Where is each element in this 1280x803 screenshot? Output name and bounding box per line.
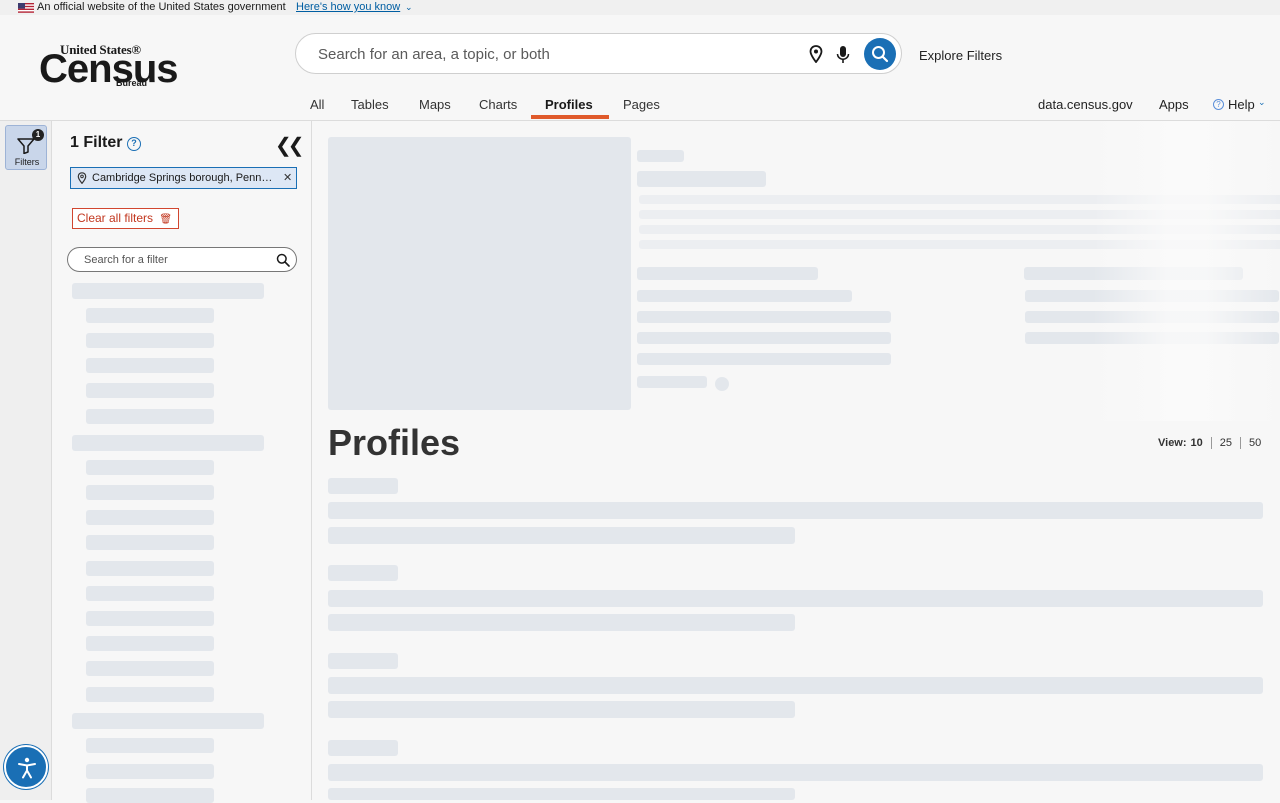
skeleton-result-line [328, 590, 1263, 607]
filter-count-badge: 1 [32, 129, 44, 141]
filters-rail-label: Filters [14, 157, 40, 167]
main-content: Profiles View: 10 25 50 [313, 121, 1280, 800]
census-logo[interactable]: United States® Census Bureau [38, 42, 178, 92]
accessibility-icon [18, 757, 36, 779]
skeleton-list-item [86, 409, 214, 424]
location-pin-icon[interactable] [808, 45, 824, 63]
tab-charts[interactable]: Charts [479, 97, 517, 123]
trash-icon: 🗑 [159, 214, 173, 225]
view-label: View: [1158, 437, 1187, 449]
skeleton-list-item [86, 661, 214, 676]
view-option-50[interactable]: 50 [1240, 437, 1261, 449]
skeleton-list-item [86, 764, 214, 779]
active-tab-indicator [531, 115, 609, 119]
skeleton-list-item [86, 636, 214, 651]
skeleton-result-line [328, 502, 1263, 519]
data-census-link[interactable]: data.census.gov [1038, 97, 1133, 112]
filter-panel-title: 1 Filter [70, 134, 123, 151]
skeleton-result-label [328, 653, 398, 669]
results-per-page: View: 10 25 50 [1158, 437, 1261, 449]
search-button[interactable] [864, 38, 896, 70]
filter-chip-label: Cambridge Springs borough, Pennsylvania [92, 172, 276, 184]
skeleton-result-line [328, 677, 1263, 694]
skeleton-line [637, 171, 766, 187]
skeleton-list-item [86, 788, 214, 803]
skeleton-line [637, 332, 891, 344]
skeleton-line [637, 311, 891, 323]
selected-filter-chip[interactable]: Cambridge Springs borough, Pennsylvania … [70, 167, 297, 189]
skeleton-line [637, 150, 684, 162]
remove-filter-icon[interactable]: ✕ [283, 171, 292, 184]
view-option-25[interactable]: 25 [1210, 437, 1240, 449]
icon-rail: Filters 1 [0, 121, 52, 800]
clear-all-filters-button[interactable]: Clear all filters 🗑 [72, 208, 180, 229]
page-title: Profiles [328, 422, 461, 463]
tab-profiles[interactable]: Profiles [545, 97, 593, 123]
gov-banner: An official website of the United States… [0, 0, 1280, 15]
skeleton-list-item [86, 485, 214, 500]
logo-line-2: Census [39, 47, 178, 91]
global-search [295, 33, 902, 74]
skeleton-result-line [328, 701, 795, 718]
filter-help-icon[interactable]: ? [127, 137, 141, 151]
skeleton-line [637, 290, 852, 302]
skeleton-line [637, 376, 707, 388]
skeleton-group-header [72, 713, 264, 729]
microphone-icon[interactable] [836, 45, 850, 64]
search-icon[interactable] [276, 253, 290, 267]
skeleton-list-item [86, 586, 214, 601]
skeleton-map-thumbnail [328, 137, 631, 410]
skeleton-list-item [86, 738, 214, 753]
skeleton-result-line [328, 764, 1263, 781]
explore-filters-link[interactable]: Explore Filters [919, 48, 1002, 63]
skeleton-line [637, 353, 891, 365]
logo-line-3: Bureau [116, 78, 148, 88]
filter-panel: 1 Filter ? ❮❮ Cambridge Springs borough,… [53, 121, 312, 803]
filter-search-input[interactable] [82, 252, 262, 268]
skeleton-list-item [86, 460, 214, 475]
clear-all-label: Clear all filters [77, 211, 154, 225]
skeleton-list-item [86, 510, 214, 525]
skeleton-result-line [328, 788, 795, 800]
tab-pages[interactable]: Pages [623, 97, 660, 123]
help-link[interactable]: Help [1228, 97, 1255, 112]
shimmer-overlay [1093, 121, 1280, 421]
skeleton-list-item [86, 358, 214, 373]
skeleton-result-label [328, 478, 398, 494]
us-flag-icon [18, 3, 34, 13]
skeleton-list-item [86, 561, 214, 576]
gov-banner-text: An official website of the United States… [37, 1, 286, 13]
skeleton-list-item [86, 535, 214, 550]
skeleton-line [637, 267, 818, 280]
skeleton-result-line [328, 614, 795, 631]
skeleton-list-item [86, 308, 214, 323]
skeleton-list-item [86, 687, 214, 702]
skeleton-list-item [86, 333, 214, 348]
search-input[interactable] [316, 42, 796, 66]
skeleton-group-header [72, 283, 264, 299]
collapse-panel-icon[interactable]: ❮❮ [275, 136, 304, 156]
tab-tables[interactable]: Tables [351, 97, 389, 123]
skeleton-result-label [328, 740, 398, 756]
skeleton-group-header [72, 435, 264, 451]
accessibility-button[interactable] [4, 745, 48, 789]
tab-all[interactable]: All [310, 97, 324, 123]
chevron-down-icon[interactable]: ⌄ [405, 0, 413, 15]
skeleton-list-item [86, 383, 214, 398]
help-chevron-icon[interactable]: ⌄ [1258, 97, 1266, 108]
how-you-know-link[interactable]: Here's how you know [296, 0, 400, 15]
search-icon [872, 46, 889, 63]
help-icon: ? [1213, 99, 1224, 110]
apps-link[interactable]: Apps [1159, 97, 1189, 112]
filter-funnel-icon [17, 138, 35, 154]
filter-search [67, 247, 297, 272]
skeleton-list-item [86, 611, 214, 626]
skeleton-result-label [328, 565, 398, 581]
location-pin-icon [77, 172, 87, 184]
view-option-10[interactable]: 10 [1187, 437, 1211, 449]
skeleton-result-line [328, 527, 795, 544]
tab-maps[interactable]: Maps [419, 97, 451, 123]
skeleton-dot [715, 377, 729, 391]
